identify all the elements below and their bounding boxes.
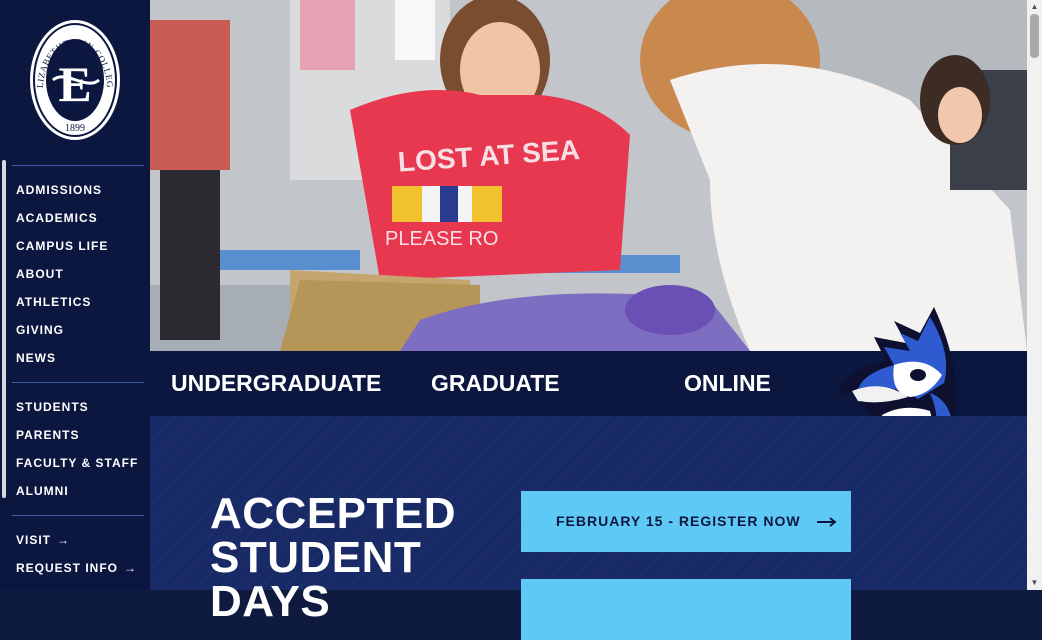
sidebar: ELIZABETHTOWN COLLEGE 1899 E ADMISSIONS … bbox=[0, 0, 150, 590]
nav-item-athletics[interactable]: ATHLETICS bbox=[16, 288, 108, 316]
request-info-link[interactable]: REQUEST INFO → bbox=[16, 554, 137, 582]
heading-line: STUDENT bbox=[210, 533, 422, 582]
arrow-right-icon: → bbox=[124, 561, 138, 575]
page-scrollbar[interactable]: ▲ ▼ bbox=[1027, 0, 1042, 590]
heading-line: DAYS bbox=[210, 577, 331, 626]
long-arrow-right-icon bbox=[817, 517, 838, 528]
nav-item-campus-life[interactable]: CAMPUS LIFE bbox=[16, 232, 108, 260]
action-nav: VISIT → REQUEST INFO → bbox=[16, 526, 137, 582]
register-now-label: FEBRUARY 15 - REGISTER NOW bbox=[556, 513, 801, 529]
hero-shirt-text-2: PLEASE RO bbox=[385, 228, 498, 250]
college-seal-icon: ELIZABETHTOWN COLLEGE 1899 E bbox=[26, 11, 120, 140]
sidebar-scroll-indicator[interactable] bbox=[2, 160, 6, 498]
tab-online[interactable]: ONLINE bbox=[684, 351, 771, 416]
primary-nav: ADMISSIONS ACADEMICS CAMPUS LIFE ABOUT A… bbox=[16, 176, 108, 372]
nav-item-news[interactable]: NEWS bbox=[16, 344, 108, 372]
nav-item-alumni[interactable]: ALUMNI bbox=[16, 477, 138, 505]
nav-item-admissions[interactable]: ADMISSIONS bbox=[16, 176, 108, 204]
nav-item-giving[interactable]: GIVING bbox=[16, 316, 108, 344]
hero-image: LOST AT SEA PLEASE RO bbox=[150, 0, 1027, 351]
heading-line: ACCEPTED bbox=[210, 489, 457, 538]
audience-nav: STUDENTS PARENTS FACULTY & STAFF ALUMNI bbox=[16, 393, 138, 505]
visit-label: VISIT bbox=[16, 533, 52, 547]
nav-item-academics[interactable]: ACADEMICS bbox=[16, 204, 108, 232]
nav-item-parents[interactable]: PARENTS bbox=[16, 421, 138, 449]
secondary-cta-button[interactable] bbox=[521, 579, 851, 640]
scroll-down-icon[interactable]: ▼ bbox=[1027, 576, 1042, 590]
seal-year: 1899 bbox=[65, 123, 85, 134]
nav-item-faculty-staff[interactable]: FACULTY & STAFF bbox=[16, 449, 138, 477]
scrollbar-thumb[interactable] bbox=[1030, 14, 1039, 58]
college-logo[interactable]: ELIZABETHTOWN COLLEGE 1899 E bbox=[26, 11, 121, 141]
tab-graduate[interactable]: GRADUATE bbox=[431, 351, 560, 416]
nav-divider bbox=[12, 165, 144, 166]
nav-item-about[interactable]: ABOUT bbox=[16, 260, 108, 288]
accepted-student-days-section: ACCEPTED STUDENT DAYS FEBRUARY 15 - REGI… bbox=[150, 416, 1027, 640]
nav-divider bbox=[12, 382, 144, 383]
visit-link[interactable]: VISIT → bbox=[16, 526, 137, 554]
nav-divider bbox=[12, 515, 144, 516]
nav-item-students[interactable]: STUDENTS bbox=[16, 393, 138, 421]
request-info-label: REQUEST INFO bbox=[16, 561, 119, 575]
arrow-right-icon: → bbox=[57, 533, 71, 547]
register-now-button[interactable]: FEBRUARY 15 - REGISTER NOW bbox=[521, 491, 851, 552]
hero-photo-illustration: LOST AT SEA PLEASE RO bbox=[150, 0, 1027, 351]
section-heading: ACCEPTED STUDENT DAYS bbox=[210, 492, 456, 624]
scroll-up-icon[interactable]: ▲ bbox=[1027, 0, 1042, 14]
tab-undergraduate[interactable]: UNDERGRADUATE bbox=[171, 351, 381, 416]
